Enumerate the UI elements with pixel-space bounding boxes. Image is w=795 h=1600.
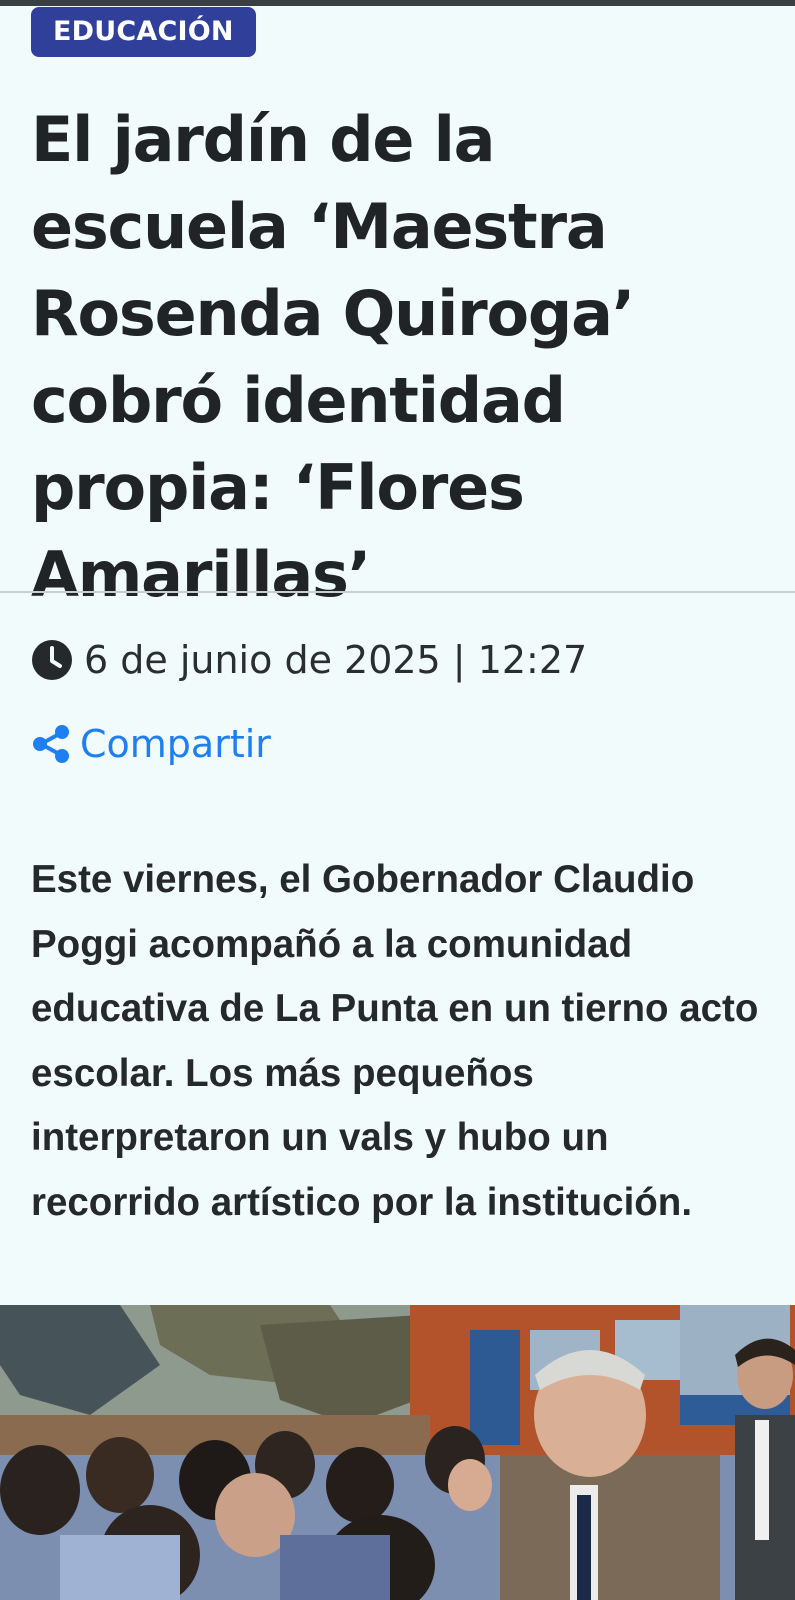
clock-icon bbox=[31, 639, 73, 681]
share-icon bbox=[31, 724, 71, 764]
publish-datetime: 6 de junio de 2025 | 12:27 bbox=[84, 638, 588, 682]
category-badge[interactable]: EDUCACIÓN bbox=[31, 7, 256, 57]
article-hero-photo bbox=[0, 1305, 795, 1600]
top-rule bbox=[0, 0, 795, 6]
article-lede: Este viernes, el Gobernador Claudio Pogg… bbox=[31, 858, 759, 1224]
share-label[interactable]: Compartir bbox=[80, 722, 271, 766]
share-button[interactable]: Compartir bbox=[31, 718, 271, 770]
article-meta: 6 de junio de 2025 | 12:27 bbox=[31, 634, 587, 686]
divider bbox=[0, 591, 795, 593]
article-headline: El jardín de la escuela ‘Maestra Rosenda… bbox=[31, 103, 635, 611]
